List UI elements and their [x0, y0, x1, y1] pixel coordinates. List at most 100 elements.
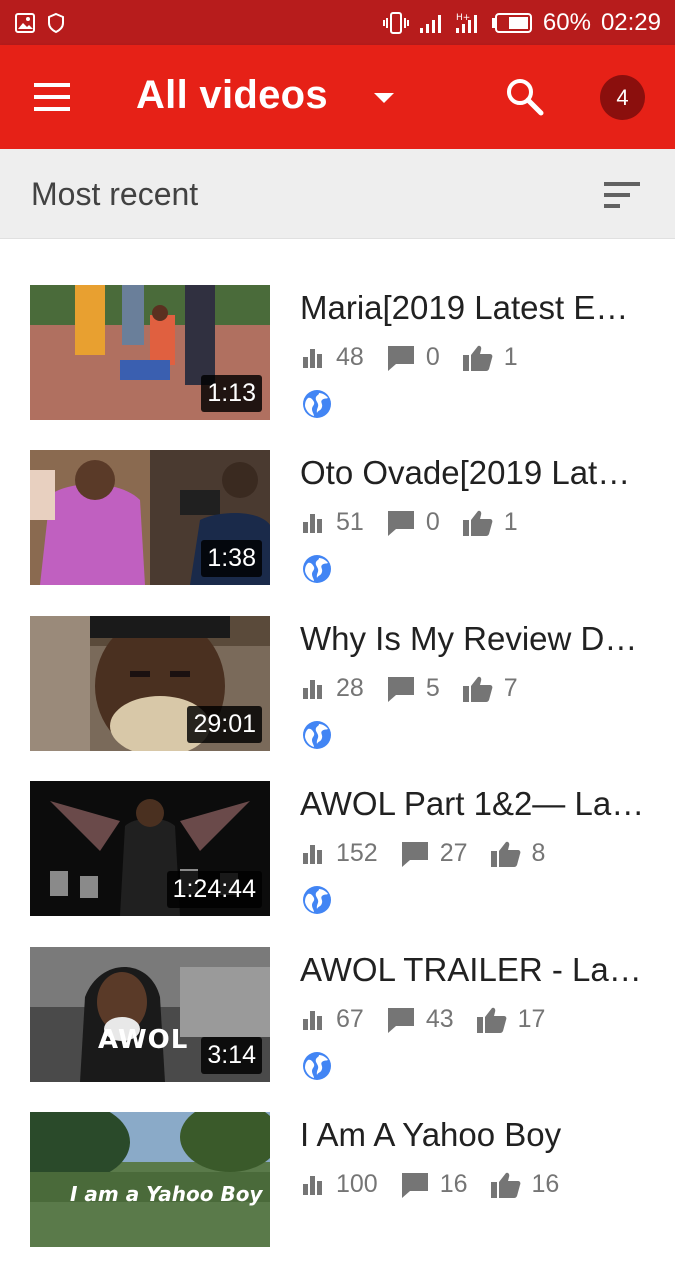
likes-count: 1	[503, 508, 518, 536]
notification-badge[interactable]: 4	[600, 75, 645, 120]
sort-bar: Most recent	[0, 149, 675, 239]
public-globe-icon	[302, 720, 332, 750]
thumbs-up-icon	[462, 345, 493, 371]
video-title[interactable]: I Am A Yahoo Boy	[300, 1116, 645, 1154]
comments-count: 27	[439, 839, 468, 867]
video-duration: 1:24:44	[166, 871, 262, 908]
sort-button[interactable]	[600, 179, 644, 211]
comments-stat: 43	[386, 1005, 454, 1034]
bar-chart-icon	[303, 1175, 322, 1195]
app-bar: All videos 4	[0, 45, 675, 149]
public-globe-icon	[302, 885, 332, 915]
sort-icon	[604, 182, 640, 208]
views-stat: 48	[300, 343, 364, 372]
views-stat: 28	[300, 674, 364, 703]
thumbnail-awol-text: AWOL	[98, 1025, 189, 1055]
views-count: 51	[336, 508, 364, 536]
vibrate-icon	[382, 11, 409, 35]
comments-stat: 16	[400, 1170, 468, 1199]
video-title[interactable]: AWOL TRAILER - Lat…	[300, 951, 645, 989]
likes-stat: 1	[462, 343, 518, 372]
image-icon	[14, 12, 36, 34]
comment-icon	[387, 1007, 414, 1033]
video-stats: 152 27 8	[300, 839, 567, 868]
video-stats: 28 5 7	[300, 674, 540, 703]
likes-count: 17	[517, 1005, 546, 1033]
video-item[interactable]: I am a Yahoo Boy I Am A Yahoo Boy 100 16…	[0, 1112, 675, 1262]
comments-count: 0	[425, 508, 440, 536]
likes-stat: 1	[462, 508, 518, 537]
thumbs-up-icon	[462, 676, 493, 702]
video-title[interactable]: AWOL Part 1&2— Lat…	[300, 785, 645, 823]
video-thumbnail[interactable]: AWOL 3:14	[30, 947, 270, 1082]
bar-chart-icon	[303, 1010, 322, 1030]
thumbs-up-icon	[490, 841, 520, 867]
views-stat: 51	[300, 508, 364, 537]
video-duration: 3:14	[201, 1037, 262, 1074]
views-count: 28	[336, 674, 364, 702]
public-globe-icon	[302, 554, 332, 584]
battery-icon	[491, 12, 533, 34]
app-title[interactable]: All videos	[136, 73, 328, 118]
likes-stat: 8	[490, 839, 546, 868]
video-stats: 48 0 1	[300, 343, 540, 372]
likes-count: 1	[503, 343, 518, 371]
video-duration: 1:38	[201, 540, 262, 577]
likes-stat: 7	[462, 674, 518, 703]
comments-stat: 27	[400, 839, 468, 868]
video-item[interactable]: 1:13 Maria[2019 Latest E… 48 0 1	[0, 285, 675, 435]
comment-icon	[387, 676, 414, 702]
thumbs-up-icon	[490, 1172, 520, 1198]
views-stat: 67	[300, 1005, 364, 1034]
search-icon	[507, 79, 544, 116]
comment-icon	[401, 841, 428, 867]
bar-chart-icon	[303, 844, 322, 864]
likes-stat: 17	[476, 1005, 546, 1034]
comment-icon	[401, 1172, 428, 1198]
clock: 02:29	[600, 8, 661, 36]
video-thumbnail[interactable]: 1:24:44	[30, 781, 270, 916]
video-thumbnail[interactable]: I am a Yahoo Boy	[30, 1112, 270, 1247]
video-item[interactable]: 29:01 Why Is My Review D… 28 5 7	[0, 616, 675, 766]
video-title[interactable]: Maria[2019 Latest E…	[300, 289, 645, 327]
video-title[interactable]: Oto Ovade[2019 Late…	[300, 454, 645, 492]
video-thumbnail[interactable]: 1:13	[30, 285, 270, 420]
shield-icon	[46, 12, 66, 34]
video-item[interactable]: 1:38 Oto Ovade[2019 Late… 51 0 1	[0, 450, 675, 600]
views-stat: 152	[300, 839, 378, 868]
video-item[interactable]: 1:24:44 AWOL Part 1&2— Lat… 152 27 8	[0, 781, 675, 931]
menu-icon	[34, 83, 70, 111]
comments-stat: 0	[386, 508, 440, 537]
search-button[interactable]	[503, 75, 547, 119]
thumbs-up-icon	[462, 510, 493, 536]
video-stats: 51 0 1	[300, 508, 540, 537]
video-item[interactable]: AWOL 3:14 AWOL TRAILER - Lat… 67 43 17	[0, 947, 675, 1097]
comment-icon	[387, 510, 414, 536]
comments-count: 43	[425, 1005, 454, 1033]
comments-count: 0	[425, 343, 440, 371]
menu-button[interactable]	[30, 79, 74, 115]
video-duration: 1:13	[201, 375, 262, 412]
video-stats: 67 43 17	[300, 1005, 567, 1034]
signal-icon	[419, 12, 445, 34]
status-bar: H+ 60% 02:29	[0, 0, 675, 45]
signal-h-icon: H+	[455, 11, 481, 35]
public-globe-icon	[302, 1051, 332, 1081]
sort-label[interactable]: Most recent	[31, 176, 198, 213]
video-thumbnail[interactable]: 29:01	[30, 616, 270, 751]
views-count: 67	[336, 1005, 364, 1033]
video-title[interactable]: Why Is My Review D…	[300, 620, 645, 658]
video-stats: 100 16 16	[300, 1170, 581, 1199]
views-count: 100	[336, 1170, 378, 1198]
title-dropdown-button[interactable]	[370, 83, 398, 111]
likes-count: 8	[531, 839, 546, 867]
video-thumbnail[interactable]: 1:38	[30, 450, 270, 585]
thumbs-up-icon	[476, 1007, 507, 1033]
bar-chart-icon	[303, 348, 322, 368]
public-globe-icon	[302, 389, 332, 419]
comments-count: 5	[425, 674, 440, 702]
comments-stat: 5	[386, 674, 440, 703]
bar-chart-icon	[303, 679, 322, 699]
likes-count: 16	[531, 1170, 560, 1198]
dropdown-arrow-icon	[374, 93, 394, 103]
